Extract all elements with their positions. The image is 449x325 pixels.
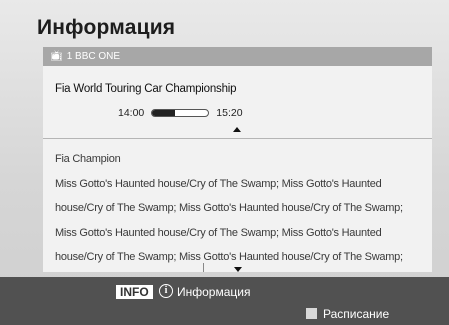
- schedule-key-square-icon[interactable]: [306, 308, 317, 319]
- info-icon: i: [159, 284, 173, 298]
- program-title: Fia World Touring Car Championship: [55, 83, 237, 95]
- channel-name: 1 BBC ONE: [66, 51, 121, 62]
- description-body: Miss Gotto's Haunted house/Cry of The Sw…: [55, 177, 403, 288]
- program-progress-fill: [152, 110, 175, 116]
- description-panel[interactable]: Fia Champion Miss Gotto's Haunted house/…: [43, 139, 432, 288]
- program-time-row: 14:00 15:20: [118, 107, 243, 119]
- scroll-down-arrow-icon[interactable]: [234, 267, 242, 272]
- program-progress-bar: [151, 109, 210, 117]
- end-time: 15:20: [216, 107, 243, 119]
- scroll-up-arrow-icon[interactable]: [233, 127, 241, 132]
- info-key-badge[interactable]: INFO: [116, 285, 153, 299]
- program-panel: Fia World Touring Car Championship 14:00…: [43, 66, 432, 139]
- schedule-label[interactable]: Расписание: [323, 307, 389, 321]
- start-time: 14:00: [118, 107, 145, 119]
- channel-bar: 📺︎ 1 BBC ONE: [43, 47, 432, 66]
- info-screen: Информация 📺︎ 1 BBC ONE Fia World Tourin…: [0, 0, 449, 325]
- description-heading: Fia Champion: [55, 153, 121, 165]
- tv-icon: 📺︎: [50, 51, 63, 62]
- scroll-indicator: [203, 263, 204, 272]
- page-title: Информация: [37, 16, 176, 39]
- info-label: Информация: [177, 285, 251, 299]
- footer-bar: INFO i Информация Расписание: [0, 277, 449, 325]
